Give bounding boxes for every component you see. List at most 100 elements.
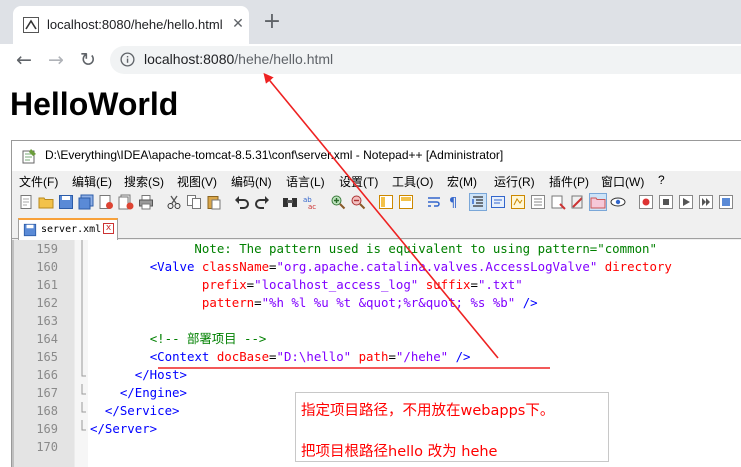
folder-icon[interactable] (589, 193, 607, 211)
url-host: localhost:8080 (144, 51, 235, 67)
menu-plugins[interactable]: 插件(P) (549, 173, 589, 190)
reload-button[interactable]: ↻ (76, 48, 100, 72)
menu-run[interactable]: 运行(R) (494, 173, 535, 190)
line-number: 160 (36, 260, 58, 274)
record-macro-icon[interactable] (638, 194, 654, 210)
file-tabbar: server.xml x (12, 216, 741, 240)
code-token: = (269, 349, 277, 364)
cut-icon[interactable] (166, 194, 182, 210)
browser-tabstrip: localhost:8080/hehe/hello.html ✕ + (0, 0, 741, 44)
code-text: pattern="%h %l %u %t &quot;%r&quot; %s %… (90, 294, 538, 312)
fold-marker (81, 240, 83, 258)
browser-tab-active[interactable]: localhost:8080/hehe/hello.html ✕ (13, 6, 249, 44)
redo-icon[interactable] (254, 194, 270, 210)
code-line[interactable]: 163 (14, 312, 741, 330)
new-file-icon[interactable] (18, 194, 34, 210)
code-line[interactable]: 160 <Valve className="org.apache.catalin… (14, 258, 741, 276)
forward-button[interactable]: → (44, 48, 68, 72)
svg-text:ac: ac (308, 203, 316, 210)
menu-view[interactable]: 视图(V) (177, 173, 217, 190)
open-file-icon[interactable] (38, 194, 54, 210)
line-number: 165 (36, 350, 58, 364)
line-number: 163 (36, 314, 58, 328)
tab-close-icon[interactable]: ✕ (229, 15, 247, 33)
replace-icon[interactable]: abac (302, 194, 318, 210)
code-text: <Context docBase="D:\hello" path="/hehe"… (90, 348, 471, 366)
code-line[interactable]: 162 pattern="%h %l %u %t &quot;%r&quot; … (14, 294, 741, 312)
line-number: 162 (36, 296, 58, 310)
monitor-icon[interactable] (610, 194, 626, 210)
zoom-in-icon[interactable] (330, 194, 346, 210)
indent-guide-icon[interactable] (469, 193, 487, 211)
code-token: "/hehe" (395, 349, 449, 364)
code-token: /> (448, 349, 471, 364)
code-line[interactable]: 165 <Context docBase="D:\hello" path="/h… (14, 348, 741, 366)
file-tab-server-xml[interactable]: server.xml x (18, 218, 118, 240)
code-text: </Host> (90, 366, 187, 384)
code-line[interactable]: 164 <!-- 部署项目 --> (14, 330, 741, 348)
site-info-icon[interactable] (120, 52, 135, 67)
code-token: Note: The pattern used is equivalent to … (90, 241, 657, 256)
undo-icon[interactable] (234, 194, 250, 210)
save-all-icon[interactable] (78, 194, 94, 210)
file-tab-close-icon[interactable]: x (103, 223, 114, 234)
code-text: </Engine> (90, 384, 187, 402)
tab-title: localhost:8080/hehe/hello.html (47, 17, 223, 32)
code-token: "localhost_access_log" (254, 277, 419, 292)
copy-icon[interactable] (186, 194, 202, 210)
menu-macro[interactable]: 宏(M) (447, 173, 477, 190)
menu-language[interactable]: 语言(L) (286, 173, 325, 190)
paste-icon[interactable] (206, 194, 222, 210)
folder-workspace-icon[interactable] (550, 194, 566, 210)
close-file-icon[interactable] (98, 194, 114, 210)
address-bar[interactable]: localhost:8080/hehe/hello.html (110, 46, 741, 74)
menu-file[interactable]: 文件(F) (19, 173, 58, 190)
sync-vertical-icon[interactable] (378, 194, 394, 210)
sync-horizontal-icon[interactable] (398, 194, 414, 210)
fold-marker (81, 384, 86, 395)
user-lang-icon[interactable] (490, 194, 506, 210)
play-macro-icon[interactable] (678, 194, 694, 210)
menu-encoding[interactable]: 编码(N) (231, 173, 272, 190)
menu-search[interactable]: 搜索(S) (124, 173, 164, 190)
line-number: 161 (36, 278, 58, 292)
code-line[interactable]: 159 Note: The pattern used is equivalent… (14, 240, 741, 258)
notepad-menubar: 文件(F) 编辑(E) 搜索(S) 视图(V) 编码(N) 语言(L) 设置(T… (12, 171, 741, 191)
code-line[interactable]: 161 prefix = "localhost_access_log" suffix… (14, 276, 741, 294)
zoom-out-icon[interactable] (350, 194, 366, 210)
show-all-chars-icon[interactable]: ¶ (446, 194, 462, 210)
menu-help[interactable]: ? (658, 173, 665, 187)
back-button[interactable]: ← (12, 48, 36, 72)
save-icon[interactable] (58, 194, 74, 210)
menu-window[interactable]: 窗口(W) (601, 173, 644, 190)
svg-text:¶: ¶ (449, 196, 457, 210)
menu-tools[interactable]: 工具(O) (392, 173, 433, 190)
code-token: <Valve (149, 259, 202, 274)
doc-switcher-icon[interactable] (570, 194, 586, 210)
url-path: /hehe/hello.html (234, 51, 334, 67)
line-number: 170 (36, 440, 58, 454)
menu-edit[interactable]: 编辑(E) (72, 173, 112, 190)
code-token: /> (515, 295, 538, 310)
run-macro-multiple-icon[interactable] (698, 194, 714, 210)
code-token: className (201, 259, 270, 274)
word-wrap-icon[interactable] (426, 194, 442, 210)
menu-settings[interactable]: 设置(T) (339, 173, 378, 190)
line-number: 164 (36, 332, 58, 346)
print-icon[interactable] (138, 194, 154, 210)
fold-marker (81, 420, 86, 431)
file-tab-label: server.xml (41, 224, 102, 235)
code-line[interactable]: 166 </Host> (14, 366, 741, 384)
save-macro-icon[interactable] (718, 194, 734, 210)
doc-map-icon[interactable] (510, 194, 526, 210)
code-text: prefix="localhost_access_log" suffix=".t… (90, 276, 523, 294)
close-all-icon[interactable] (118, 194, 134, 210)
address-url[interactable]: localhost:8080/hehe/hello.html (144, 51, 333, 67)
stop-macro-icon[interactable] (658, 194, 674, 210)
function-list-icon[interactable] (530, 194, 546, 210)
new-tab-button[interactable]: + (260, 10, 284, 34)
find-icon[interactable] (282, 194, 298, 210)
line-number: 168 (36, 404, 58, 418)
